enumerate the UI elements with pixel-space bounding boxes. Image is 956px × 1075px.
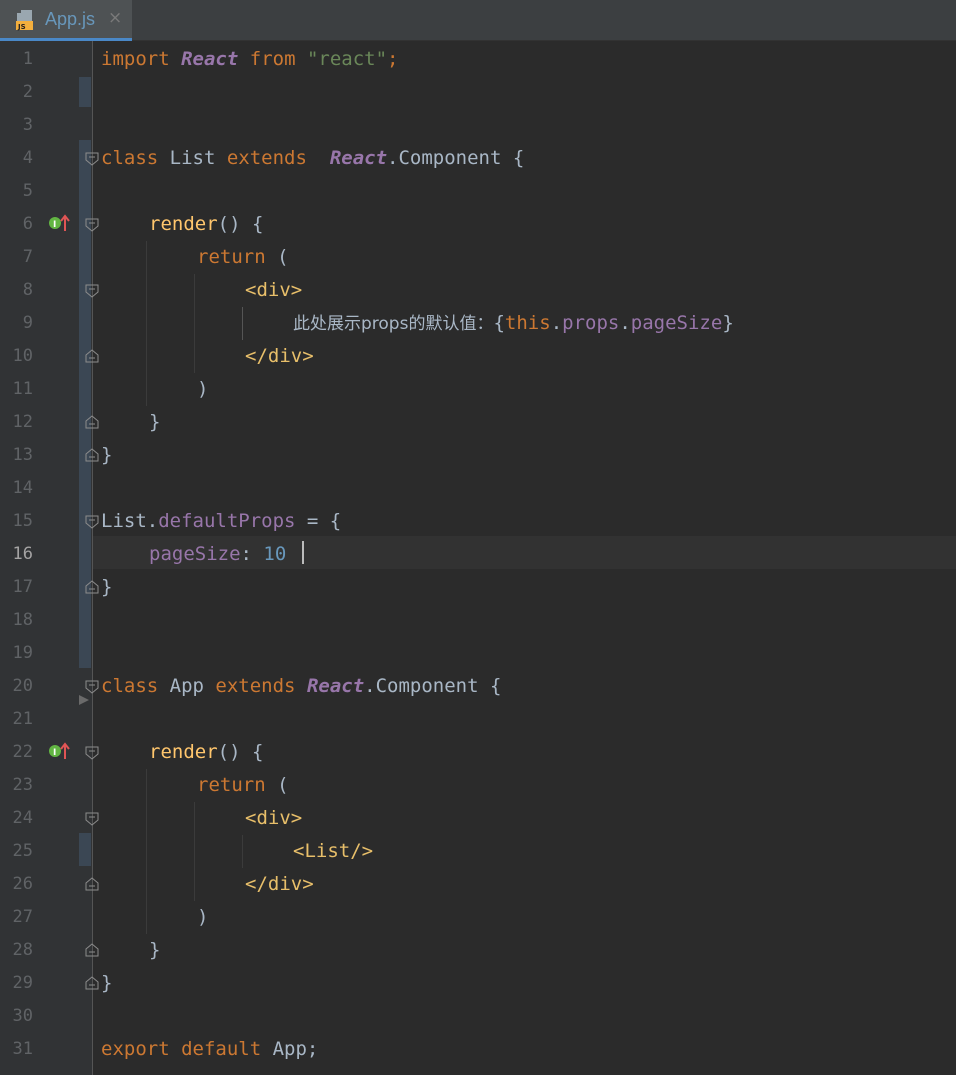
code-line[interactable]: } [149,406,160,439]
line-number: 15 [12,511,33,531]
code-line[interactable]: render() { [149,736,263,769]
code-line[interactable]: <div> [245,802,302,835]
indent-guide [242,835,243,868]
code-line-current[interactable]: pageSize: 10 [149,538,286,571]
line-number: 4 [22,148,33,168]
code-line[interactable]: import React from "react"; [101,43,399,76]
line-number: 31 [12,1039,33,1059]
fold-open-icon[interactable] [85,812,99,826]
code-line[interactable]: </div> [245,340,314,373]
fold-open-icon[interactable] [85,284,99,298]
vcs-change-marker[interactable] [79,77,91,107]
line-number: 18 [12,610,33,630]
vcs-change-marker[interactable] [79,833,91,866]
js-file-icon: JS [16,10,33,31]
line-number: 26 [12,874,33,894]
implements-method-icon[interactable]: I [48,213,72,233]
indent-guide [194,802,195,901]
code-line[interactable]: <div> [245,274,302,307]
code-line[interactable]: } [101,967,112,1000]
line-number: 9 [22,313,33,333]
code-line[interactable]: 此处展示props的默认值：{this.props.pageSize} [293,307,734,340]
line-number: 28 [12,940,33,960]
line-number: 12 [12,412,33,432]
code-line[interactable]: export default App; [101,1033,318,1066]
current-line-highlight [0,536,956,569]
fold-open-icon[interactable] [85,680,99,694]
line-number: 24 [12,808,33,828]
editor-tab-bar: JS App.js × [0,0,956,41]
line-number: 29 [12,973,33,993]
run-arrow-icon[interactable] [77,693,91,707]
fold-close-icon[interactable] [85,415,99,429]
line-number: 11 [12,379,33,399]
line-number: 21 [12,709,33,729]
code-line[interactable]: } [101,571,112,604]
line-number: 6 [22,214,33,234]
line-number: 2 [22,82,33,102]
fold-open-icon[interactable] [85,218,99,232]
fold-close-icon[interactable] [85,580,99,594]
fold-open-icon[interactable] [85,515,99,529]
code-line[interactable]: ) [197,373,208,406]
svg-text:I: I [53,220,56,230]
code-line[interactable]: List.defaultProps = { [101,505,341,538]
code-line[interactable]: class List extends React.Component { [101,142,524,175]
line-number: 19 [12,643,33,663]
indent-guide [242,307,243,340]
line-number: 13 [12,445,33,465]
code-line[interactable]: ) [197,901,208,934]
line-number: 27 [12,907,33,927]
line-number: 25 [12,841,33,861]
text-caret [302,541,304,564]
code-line[interactable]: class App extends React.Component { [101,670,501,703]
line-number: 23 [12,775,33,795]
fold-close-icon[interactable] [85,448,99,462]
code-line[interactable]: return ( [197,769,289,802]
code-line[interactable]: </div> [245,868,314,901]
line-number-current: 16 [12,544,33,564]
implements-method-icon[interactable]: I [48,741,72,761]
tab-filename: App.js [45,9,96,29]
code-line[interactable]: <List/> [293,835,373,868]
line-number: 8 [22,280,33,300]
svg-text:I: I [53,748,56,758]
fold-open-icon[interactable] [85,746,99,760]
fold-open-icon[interactable] [85,152,99,166]
close-icon[interactable]: × [108,8,122,28]
code-line[interactable]: return ( [197,241,289,274]
indent-guide [194,274,195,373]
line-number: 5 [22,181,33,201]
svg-text:JS: JS [17,23,26,31]
line-number: 3 [22,115,33,135]
code-editor[interactable]: 1 2 3 4 5 6 7 8 9 10 11 12 13 14 15 16 1… [0,41,956,1075]
line-number: 20 [12,676,33,696]
line-number: 10 [12,346,33,366]
line-number: 7 [22,247,33,267]
code-line[interactable]: render() { [149,208,263,241]
indent-guide [146,769,147,934]
line-number: 22 [12,742,33,762]
indent-guide [146,241,147,406]
tab-app-js[interactable]: JS App.js × [0,0,132,41]
line-number: 1 [22,49,33,69]
line-number: 30 [12,1006,33,1026]
code-line[interactable]: } [149,934,160,967]
line-number: 14 [12,478,33,498]
fold-close-icon[interactable] [85,349,99,363]
line-number: 17 [12,577,33,597]
fold-close-icon[interactable] [85,877,99,891]
fold-close-icon[interactable] [85,943,99,957]
code-line[interactable]: } [101,439,112,472]
fold-close-icon[interactable] [85,976,99,990]
